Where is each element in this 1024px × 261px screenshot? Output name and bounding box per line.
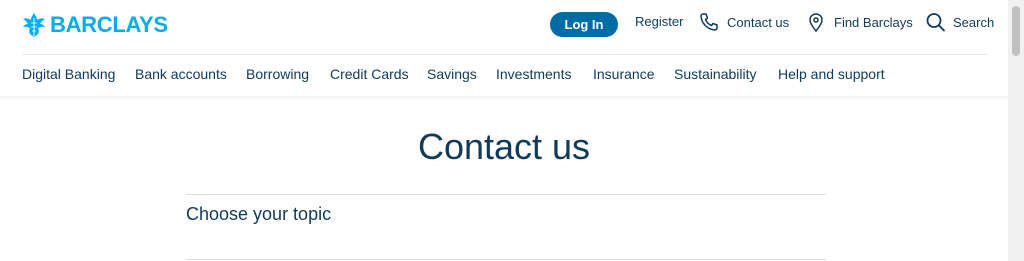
topic-bottom-divider — [186, 259, 826, 260]
nav-insurance[interactable]: Insurance — [593, 66, 654, 82]
nav-borrowing[interactable]: Borrowing — [246, 66, 309, 82]
register-label: Register — [635, 14, 684, 29]
nav-credit-cards[interactable]: Credit Cards — [330, 66, 409, 82]
scrollbar-thumb[interactable] — [1012, 6, 1020, 56]
brand-name: BARCLAYS — [50, 12, 168, 37]
search-icon — [926, 13, 945, 32]
nav-help-and-support[interactable]: Help and support — [778, 66, 885, 82]
site-header: BARCLAYS Log In Register Contact us Find… — [0, 0, 1008, 96]
register-link[interactable]: Register — [635, 14, 683, 29]
location-pin-icon — [809, 13, 823, 32]
page: BARCLAYS Log In Register Contact us Find… — [0, 0, 1008, 261]
login-button[interactable]: Log In — [550, 12, 618, 37]
nav-sustainability[interactable]: Sustainability — [674, 66, 757, 82]
scrollbar[interactable] — [1008, 0, 1024, 261]
nav-savings[interactable]: Savings — [427, 66, 477, 82]
search-link[interactable]: Search — [925, 12, 994, 32]
topic-top-divider — [186, 194, 826, 195]
choose-topic-label: Choose your topic — [186, 204, 332, 224]
nav-digital-banking[interactable]: Digital Banking — [22, 66, 115, 82]
barclays-logo[interactable]: BARCLAYS — [22, 11, 168, 39]
page-title: Contact us — [417, 126, 591, 167]
find-barclays-link[interactable]: Find Barclays — [806, 12, 913, 32]
contact-us-label: Contact us — [727, 14, 790, 30]
search-label: Search — [953, 14, 995, 30]
phone-icon — [700, 13, 718, 31]
nav-bank-accounts[interactable]: Bank accounts — [135, 66, 227, 82]
eagle-icon — [23, 13, 45, 37]
find-barclays-label: Find Barclays — [834, 14, 913, 30]
contact-us-link[interactable]: Contact us — [699, 12, 789, 32]
nav-divider — [22, 54, 988, 55]
nav-investments[interactable]: Investments — [496, 66, 571, 82]
